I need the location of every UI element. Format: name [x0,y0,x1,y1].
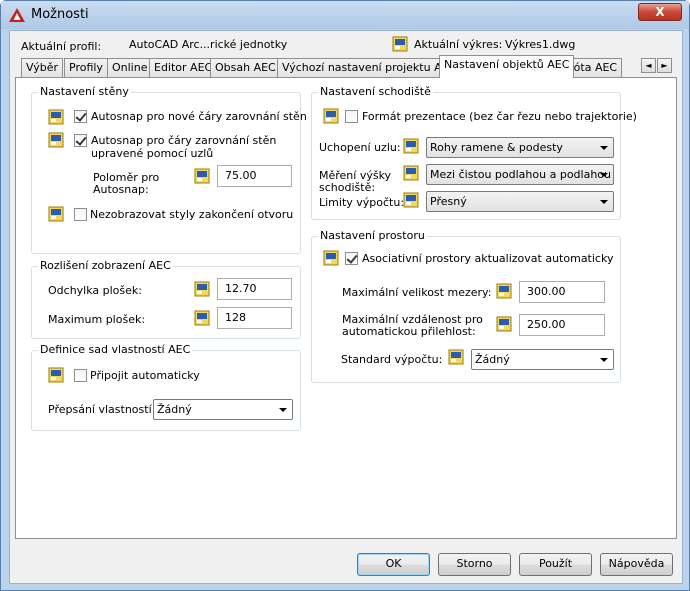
current-profile-value: AutoCAD Arc...rické jednotky [129,38,288,51]
autosnap-grip-label-2: upravené pomocí uzlů [91,147,214,160]
tab-nastaveni-objektu[interactable]: Nastavení objektů AEC [439,55,575,78]
options-dialog: Možnosti X Aktuální profil: AutoCAD Arc.… [0,0,690,591]
autosnap-new-label: Autosnap pro nové čáry zarovnání stěn [91,110,307,123]
ok-button[interactable]: OK [357,553,430,576]
chevron-down-icon [279,408,287,412]
drawing-icon [392,36,408,52]
chevron-down-icon [600,173,608,177]
aec-override-icon [403,192,419,208]
chevron-down-icon [600,200,608,204]
aec-override-icon [48,132,64,148]
autosnap-grip-checkbox[interactable] [74,134,87,147]
calc-limits-value: Přesný [430,195,467,208]
stair-settings-title: Nastavení schodiště [318,85,433,98]
tab-obsah-aec[interactable]: Obsah AEC [210,58,281,77]
tab-scroll-right-button[interactable]: ► [657,58,672,73]
aec-override-icon [403,165,419,181]
node-grip-value: Rohy ramene & podesty [430,141,563,154]
tab-vyber[interactable]: Výběr [21,58,64,77]
stair-height-value: Mezi čistou podlahou a podlahou [430,168,611,181]
assoc-spaces-checkbox[interactable] [345,252,358,265]
calc-standard-label: Standard výpočtu: [341,353,443,366]
autosnap-new-checkbox[interactable] [74,110,87,123]
calc-standard-select[interactable]: Žádný [471,349,614,370]
property-override-select[interactable]: Žádný [153,399,293,420]
aec-override-icon [48,206,64,222]
wall-settings-title: Nastavení stěny [38,85,131,98]
close-button[interactable]: X [638,3,682,21]
chevron-down-icon [600,146,608,150]
calc-limits-label: Limity výpočtu: [319,196,405,209]
node-grip-label: Uchopení uzlu: [319,141,401,154]
cancel-button[interactable]: Storno [438,553,511,576]
help-button[interactable]: Nápověda [600,553,673,576]
facet-max-label: Maximum plošek: [48,313,146,326]
calc-standard-value: Žádný [475,353,510,366]
window-title: Možnosti [31,7,89,22]
facet-deviation-label: Odchylka plošek: [48,284,142,297]
space-settings-title: Nastavení prostoru [318,229,427,242]
property-sets-title: Definice sad vlastností AEC [38,343,193,356]
max-gap-input[interactable]: 300.00 [519,281,605,303]
resolution-title: Rozlišení zobrazení AEC [38,259,173,272]
apply-button[interactable]: Použít [519,553,592,576]
max-dist-label-2: automatickou přilehlost: [342,325,476,338]
attach-auto-label: Připojit automaticky [90,369,200,382]
current-profile-label: Aktuální profil: [21,40,102,53]
chevron-down-icon [600,358,608,362]
aec-override-icon [403,138,419,154]
aec-override-icon [48,367,64,383]
facet-max-input[interactable]: 128 [217,307,292,329]
autosnap-radius-label-2: Autosnap: [93,183,149,196]
aec-override-icon [194,281,210,297]
property-override-label: Přepsání vlastností [48,403,152,416]
current-drawing-label: Aktuální výkres: [414,38,503,51]
tab-vychozi-nastaveni[interactable]: Výchozí nastavení projektu AEC [277,58,462,77]
node-grip-select[interactable]: Rohy ramene & podesty [426,137,614,158]
tab-editor-aec[interactable]: Editor AEC [149,58,218,77]
stair-height-select[interactable]: Mezi čistou podlahou a podlahou [426,164,614,185]
attach-auto-checkbox[interactable] [74,369,87,382]
current-drawing-value: Výkres1.dwg [505,38,576,51]
no-opening-styles-checkbox[interactable] [74,208,87,221]
aec-override-icon [194,310,210,326]
aec-override-icon [48,109,64,125]
autocad-logo-icon [9,8,25,22]
no-opening-styles-label: Nezobrazovat styly zakončení otvoru [90,208,294,221]
presentation-format-label: Formát prezentace (bez čar řezu nebo tra… [362,110,637,123]
tab-online[interactable]: Online [107,58,153,77]
calc-limits-select[interactable]: Přesný [426,191,614,212]
aec-override-icon [194,168,210,184]
tab-scroll-left-button[interactable]: ◄ [641,58,656,73]
stair-height-label-2: schodiště: [319,181,376,194]
aec-override-icon [496,283,512,299]
facet-deviation-input[interactable]: 12.70 [217,278,292,300]
title-bar[interactable]: Možnosti X [1,1,689,29]
property-override-value: Žádný [157,403,192,416]
max-dist-input[interactable]: 250.00 [519,314,605,336]
autosnap-radius-input[interactable]: 75.00 [217,165,292,187]
aec-override-icon [323,250,339,266]
aec-override-icon [323,108,339,124]
tab-profily[interactable]: Profily [64,58,108,77]
assoc-spaces-label: Asociativní prostory aktualizovat automa… [362,252,614,265]
aec-override-icon [448,349,464,365]
autosnap-grip-label-1: Autosnap pro čáry zarovnání stěn [91,134,277,147]
max-gap-label: Maximální velikost mezery: [342,286,492,299]
aec-override-icon [496,316,512,332]
presentation-format-checkbox[interactable] [345,110,358,123]
